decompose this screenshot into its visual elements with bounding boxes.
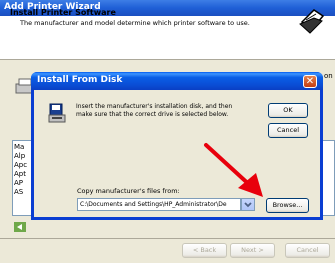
- path-dropdown-button[interactable]: [241, 198, 255, 211]
- back-button[interactable]: < Back: [182, 243, 227, 258]
- partial-text: on: [324, 72, 333, 80]
- cancel-button[interactable]: Cancel: [268, 123, 308, 138]
- dialog-message: Insert the manufacturer's installation d…: [76, 103, 233, 118]
- wizard-header-title: Install Printer Software: [10, 8, 116, 17]
- next-button[interactable]: Next >: [230, 243, 275, 258]
- path-input[interactable]: C:\Documents and Settings\HP_Administrat…: [77, 198, 241, 211]
- copy-from-label: Copy manufacturer's files from:: [77, 187, 180, 195]
- close-button[interactable]: ✕: [303, 75, 317, 88]
- windows-update-icon: [14, 222, 26, 232]
- dialog-title-bar: Install From Disk: [31, 72, 323, 90]
- ok-button[interactable]: OK: [268, 103, 308, 118]
- chevron-down-icon: [244, 202, 252, 208]
- printer-icon: [299, 9, 325, 34]
- install-disk-icon: [48, 103, 66, 123]
- wizard-header-subtitle: The manufacturer and model determine whi…: [20, 19, 250, 27]
- wizard-cancel-button[interactable]: Cancel: [285, 243, 330, 258]
- browse-button[interactable]: Browse...: [266, 198, 309, 213]
- dialog-title: Install From Disk: [37, 75, 123, 85]
